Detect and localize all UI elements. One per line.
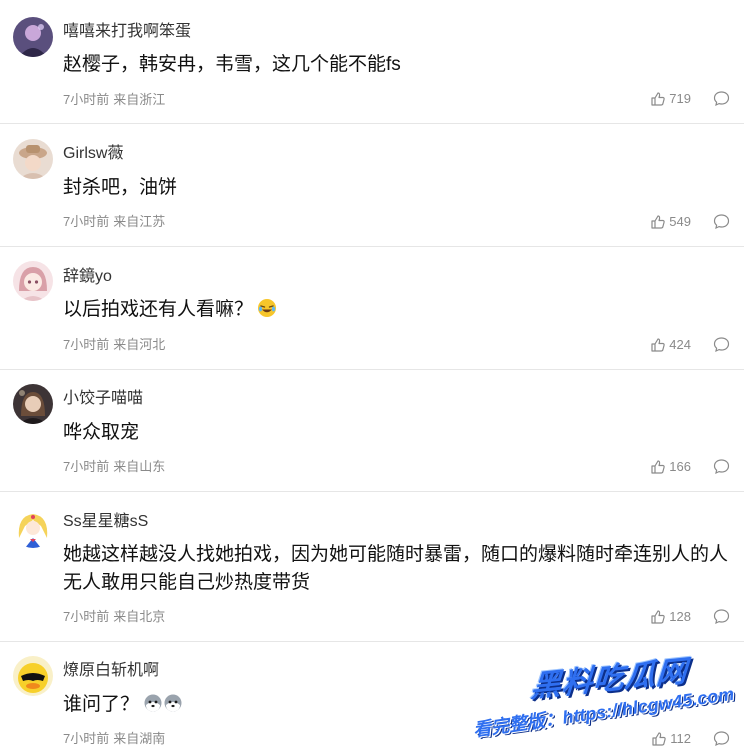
comment-time: 7小时前 bbox=[63, 609, 110, 624]
username[interactable]: 燎原白斩机啊 bbox=[63, 661, 159, 681]
username[interactable]: 辞鏡yo bbox=[63, 267, 112, 287]
comment-time: 7小时前 bbox=[63, 92, 110, 107]
username[interactable]: Ss星星糖sS bbox=[63, 512, 148, 532]
comment-meta: 7小时前 来自北京 bbox=[63, 609, 165, 625]
comment-actions: 549 bbox=[650, 213, 730, 230]
comment-meta: 7小时前 来自湖南 bbox=[63, 731, 165, 747]
username[interactable]: 小饺子喵喵 bbox=[63, 389, 143, 409]
comment-actions: 128 bbox=[650, 608, 730, 625]
comment-location: 来自浙江 bbox=[113, 92, 166, 107]
thumbs-up-icon bbox=[651, 214, 666, 229]
thumbs-up-icon bbox=[652, 731, 666, 746]
reply-button[interactable] bbox=[713, 730, 730, 747]
comment-location: 来自河北 bbox=[113, 337, 166, 352]
comment-item: Ss星星糖sS 她越这样越没人找她拍戏，因为她可能随时暴雷，随口的爆料随时牵连别… bbox=[0, 492, 744, 642]
laughing-tears-emoji bbox=[257, 298, 277, 327]
avatar[interactable] bbox=[13, 261, 53, 301]
avatar[interactable] bbox=[13, 384, 53, 424]
avatar[interactable] bbox=[13, 656, 53, 696]
like-count: 549 bbox=[669, 214, 691, 229]
comment-location: 来自山东 bbox=[113, 459, 166, 474]
like-button[interactable]: 719 bbox=[650, 91, 691, 107]
comment-text-body: 谁问了？ bbox=[63, 694, 140, 715]
comment-meta: 7小时前 来自河北 bbox=[63, 337, 165, 353]
username[interactable]: Girlsw薇 bbox=[63, 144, 123, 164]
like-button[interactable]: 128 bbox=[650, 609, 691, 625]
like-button[interactable]: 424 bbox=[650, 337, 691, 353]
comment-actions: 166 bbox=[650, 458, 730, 475]
comment-bubble-icon bbox=[713, 91, 730, 107]
reply-button[interactable] bbox=[713, 90, 730, 107]
husky-emoji-pair bbox=[143, 693, 183, 722]
comment-bubble-icon bbox=[713, 337, 730, 353]
comment-time: 7小时前 bbox=[63, 337, 110, 352]
avatar[interactable] bbox=[13, 508, 53, 548]
comment-meta: 7小时前 来自江苏 bbox=[63, 214, 165, 230]
username[interactable]: 嘻嘻来打我啊笨蛋 bbox=[63, 22, 191, 42]
reply-button[interactable] bbox=[713, 213, 730, 230]
comment-item: 燎原白斩机啊 谁问了？ 7小时前 来自湖南 112 bbox=[0, 642, 744, 752]
comment-text: 她越这样越没人找她拍戏，因为她可能随时暴雷，随口的爆料随时牵连别人的人无人敢用只… bbox=[63, 544, 729, 593]
comment-text: 赵樱子，韩安冉，韦雪，这几个能不能fs bbox=[63, 54, 401, 75]
comment-actions: 424 bbox=[650, 336, 730, 353]
comment-text: 封杀吧，油饼 bbox=[63, 177, 178, 198]
comment-bubble-icon bbox=[713, 731, 730, 747]
comment-text: 谁问了？ bbox=[63, 691, 733, 722]
comment-meta: 7小时前 来自浙江 bbox=[63, 92, 165, 108]
comment-time: 7小时前 bbox=[63, 731, 110, 746]
thumbs-up-icon bbox=[651, 337, 666, 352]
like-count: 719 bbox=[669, 91, 691, 106]
reply-button[interactable] bbox=[713, 336, 730, 353]
comment-location: 来自湖南 bbox=[113, 731, 166, 746]
comment-list: 嘻嘻来打我啊笨蛋 赵樱子，韩安冉，韦雪，这几个能不能fs 7小时前 来自浙江 71… bbox=[0, 0, 744, 752]
comment-time: 7小时前 bbox=[63, 214, 110, 229]
like-button[interactable]: 549 bbox=[650, 214, 691, 230]
like-count: 128 bbox=[669, 609, 691, 624]
comment-time: 7小时前 bbox=[63, 459, 110, 474]
comment-meta: 7小时前 来自山东 bbox=[63, 459, 165, 475]
comment-text: 以后拍戏还有人看嘛？ bbox=[63, 296, 733, 327]
like-count: 166 bbox=[669, 459, 691, 474]
like-count: 424 bbox=[669, 337, 691, 352]
comment-location: 来自北京 bbox=[113, 609, 166, 624]
comment-text: 哗众取宠 bbox=[63, 422, 140, 443]
comment-item: Girlsw薇 封杀吧，油饼 7小时前 来自江苏 549 bbox=[0, 124, 744, 247]
comment-bubble-icon bbox=[713, 609, 730, 625]
comment-actions: 112 bbox=[651, 730, 730, 747]
thumbs-up-icon bbox=[651, 91, 666, 106]
avatar[interactable] bbox=[13, 139, 53, 179]
reply-button[interactable] bbox=[713, 458, 730, 475]
comment-item: 辞鏡yo 以后拍戏还有人看嘛？ 7小时前 来自河北 424 bbox=[0, 247, 744, 370]
reply-button[interactable] bbox=[713, 608, 730, 625]
comment-item: 小饺子喵喵 哗众取宠 7小时前 来自山东 166 bbox=[0, 370, 744, 492]
comment-location: 来自江苏 bbox=[113, 214, 166, 229]
like-count: 112 bbox=[670, 731, 691, 746]
comment-actions: 719 bbox=[650, 90, 730, 107]
thumbs-up-icon bbox=[651, 459, 666, 474]
avatar[interactable] bbox=[13, 17, 53, 57]
like-button[interactable]: 166 bbox=[650, 459, 691, 475]
comment-bubble-icon bbox=[713, 214, 730, 230]
comment-bubble-icon bbox=[713, 459, 730, 475]
like-button[interactable]: 112 bbox=[651, 731, 691, 747]
comment-item: 嘻嘻来打我啊笨蛋 赵樱子，韩安冉，韦雪，这几个能不能fs 7小时前 来自浙江 71… bbox=[0, 0, 744, 124]
thumbs-up-icon bbox=[651, 609, 666, 624]
comment-text-body: 以后拍戏还有人看嘛？ bbox=[63, 299, 254, 320]
